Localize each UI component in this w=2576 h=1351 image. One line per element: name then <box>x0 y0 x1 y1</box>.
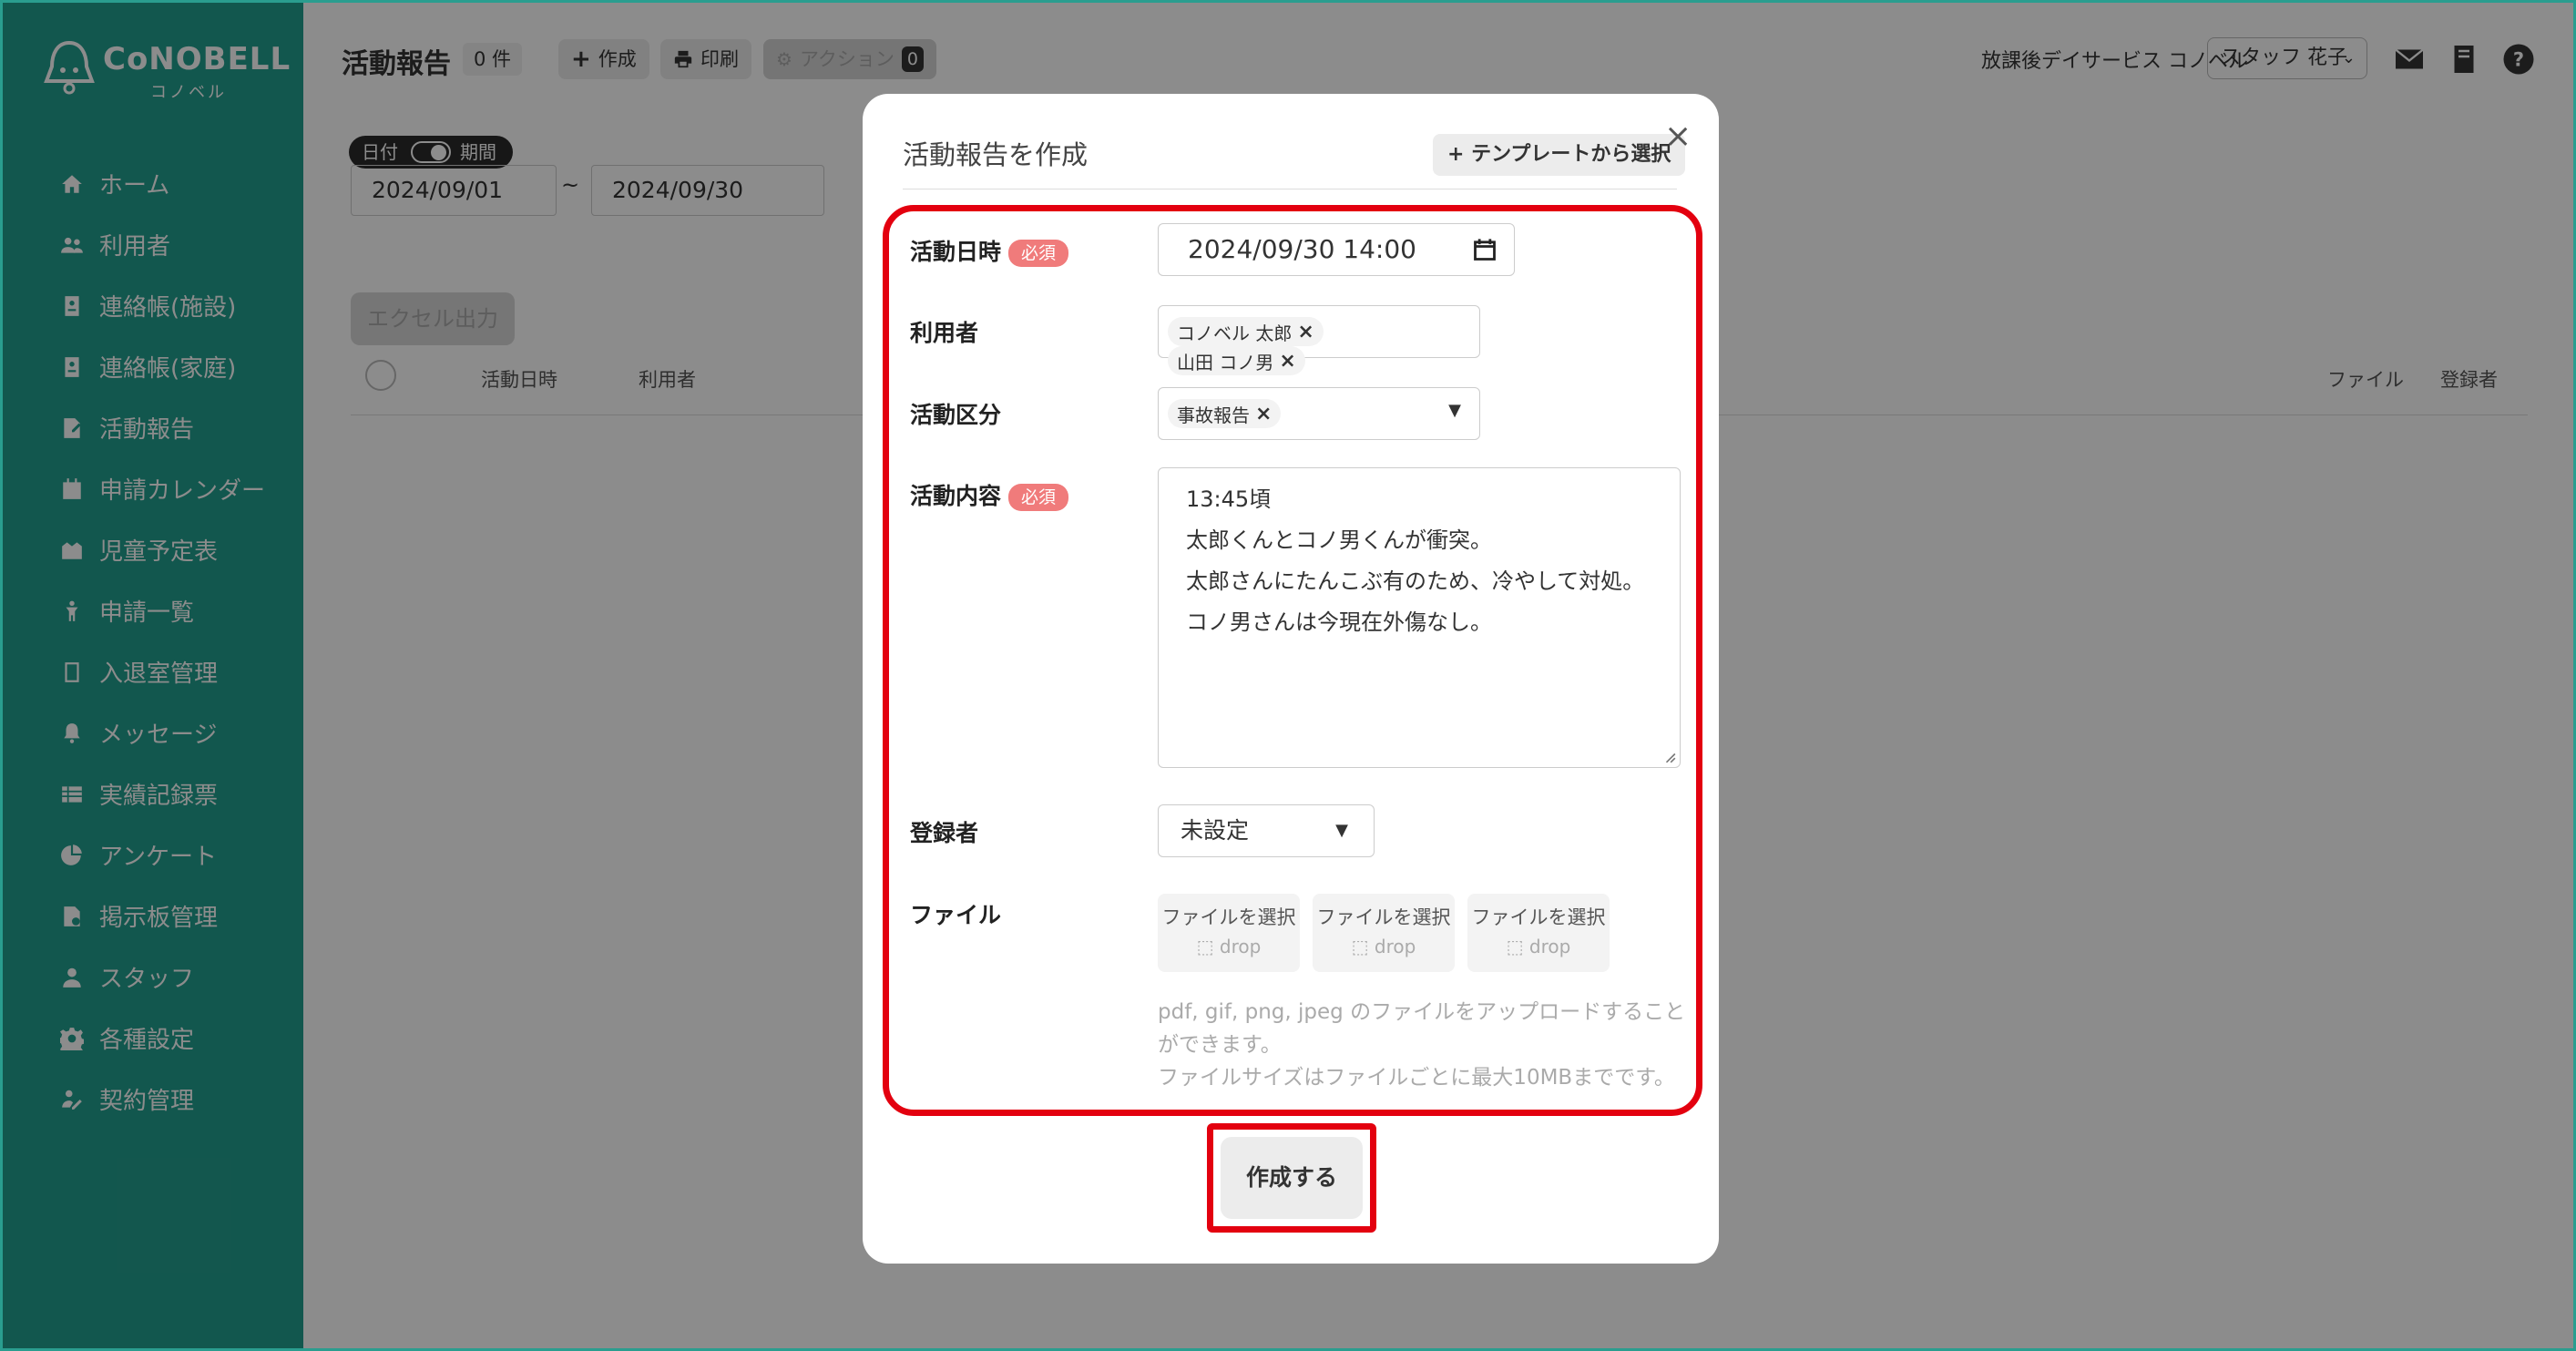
category-label: 活動区分 <box>910 402 1002 428</box>
modal-title: 活動報告を作成 <box>903 139 1089 170</box>
resize-handle-icon[interactable] <box>1663 751 1676 763</box>
content-line: 太郎さんにたんこぶ有のため、冷やして対処。 <box>1186 568 1645 594</box>
user-chip: コノベル 太郎 × <box>1168 317 1324 346</box>
content-line: 13:45頃 <box>1186 486 1272 512</box>
caret-down-icon: ▼ <box>1335 821 1348 840</box>
registrant-label: 登録者 <box>910 820 979 846</box>
file-type-note: pdf, gif, png, jpeg のファイルをアップロードすることができま… <box>1158 1000 1686 1057</box>
file-upload-slot-2[interactable]: ファイルを選択 ⬚ drop <box>1313 894 1455 972</box>
required-badge: 必須 <box>1008 484 1069 511</box>
registrant-value: 未設定 <box>1181 817 1250 844</box>
remove-user-icon[interactable]: × <box>1279 350 1295 373</box>
plus-icon: + <box>1447 143 1472 166</box>
template-select-button[interactable]: + テンプレートから選択 <box>1433 134 1686 176</box>
content-line: 太郎くんとコノ男くんが衝突。 <box>1186 527 1492 553</box>
content-line: コノ男さんは今現在外傷なし。 <box>1186 609 1492 635</box>
remove-user-icon[interactable]: × <box>1297 321 1314 343</box>
users-multiselect[interactable]: コノベル 太郎 × 山田 コノ男 × <box>1158 305 1480 375</box>
drop-icon: ⬚ <box>1196 936 1220 957</box>
close-icon[interactable]: × <box>1664 118 1692 155</box>
file-select-label: ファイルを選択 <box>1316 906 1451 928</box>
submit-highlight-frame: 作成する <box>1207 1123 1376 1233</box>
datetime-value: 2024/09/30 14:00 <box>1188 234 1416 264</box>
required-badge: 必須 <box>1008 240 1069 267</box>
file-size-note: ファイルサイズはファイルごとに最大10MBまでです。 <box>1158 1066 1675 1090</box>
drop-icon: ⬚ <box>1351 936 1375 957</box>
drop-icon: ⬚ <box>1506 936 1529 957</box>
registrant-select[interactable]: 未設定 ▼ <box>1158 804 1375 857</box>
file-upload-slot-1[interactable]: ファイルを選択 ⬚ drop <box>1158 894 1300 972</box>
template-select-label: テンプレートから選択 <box>1471 143 1671 166</box>
datetime-input[interactable]: 2024/09/30 14:00 <box>1158 223 1515 276</box>
user-chip-label: コノベル 太郎 <box>1177 322 1293 344</box>
file-select-label: ファイルを選択 <box>1471 906 1606 928</box>
file-drop-label: drop <box>1219 936 1262 957</box>
file-drop-hint: ⬚ drop <box>1467 936 1610 957</box>
file-drop-hint: ⬚ drop <box>1158 936 1300 957</box>
file-drop-label: drop <box>1528 936 1571 957</box>
create-report-modal: 活動報告を作成 + テンプレートから選択 × 活動日時 必須 2024/09/30… <box>863 94 1719 1264</box>
file-label: ファイル <box>910 902 1002 928</box>
remove-category-icon[interactable]: × <box>1255 403 1272 425</box>
app-frame: CoNOBELL コノベル ホーム 利用者 連絡帳(施設) 連絡帳(家庭) 活動報告 申請… <box>0 0 2576 1351</box>
file-upload-slot-3[interactable]: ファイルを選択 ⬚ drop <box>1467 894 1610 972</box>
content-textarea[interactable]: 13:45頃 太郎くんとコノ男くんが衝突。 太郎さんにたんこぶ有のため、冷やして… <box>1158 467 1681 768</box>
user-chip-label: 山田 コノ男 <box>1177 351 1274 374</box>
content-label: 活動内容 必須 <box>910 478 1069 511</box>
datetime-label: 活動日時 必須 <box>910 234 1069 267</box>
users-label: 利用者 <box>910 320 979 346</box>
file-drop-label: drop <box>1374 936 1416 957</box>
datetime-label-text: 活動日時 <box>910 239 1002 265</box>
category-select[interactable]: 事故報告 × ▼ <box>1158 387 1480 440</box>
file-drop-hint: ⬚ drop <box>1313 936 1455 957</box>
caret-down-icon: ▼ <box>1448 401 1461 420</box>
category-chip: 事故報告 × <box>1168 399 1282 428</box>
category-chip-label: 事故報告 <box>1177 404 1250 426</box>
submit-button[interactable]: 作成する <box>1221 1137 1363 1219</box>
calendar-icon <box>1474 239 1496 261</box>
file-select-label: ファイルを選択 <box>1161 906 1296 928</box>
content-label-text: 活動内容 <box>910 483 1002 509</box>
user-chip: 山田 コノ男 × <box>1168 346 1305 375</box>
